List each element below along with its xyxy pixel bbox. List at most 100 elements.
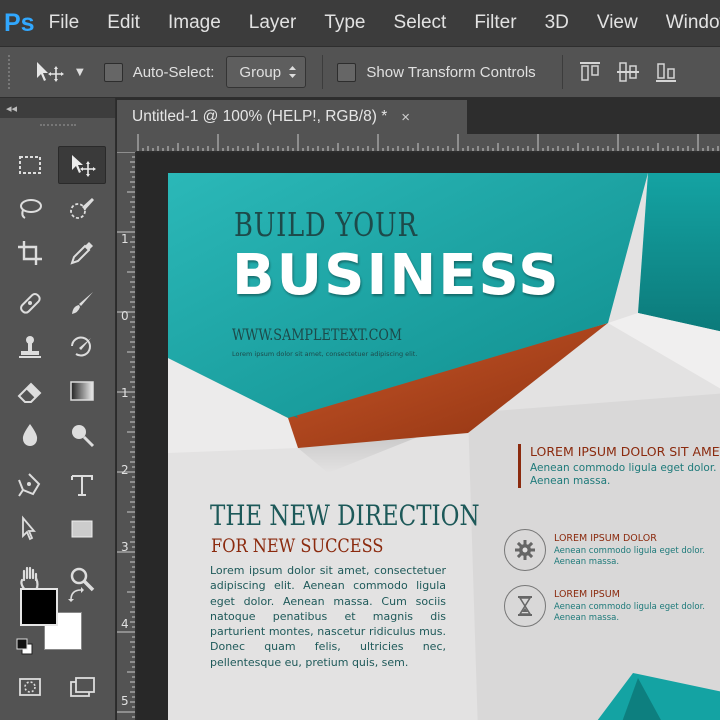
foreground-color-swatch-top bbox=[20, 588, 58, 626]
menu-bar: Ps File Edit Image Layer Type Select Fil… bbox=[0, 0, 720, 46]
move-tool[interactable] bbox=[58, 146, 106, 184]
ruler-label: 0 bbox=[121, 309, 129, 323]
right-heading: LOREM IPSUM DOLOR SIT AMET bbox=[530, 444, 720, 459]
align-bottom-edges-icon[interactable] bbox=[653, 59, 679, 85]
tool-preset-picker[interactable]: ▼ bbox=[34, 59, 84, 85]
history-brush-icon bbox=[71, 336, 91, 357]
quick-selection-icon bbox=[70, 198, 94, 219]
quick-mask-button[interactable] bbox=[6, 670, 54, 704]
show-transform-label: Show Transform Controls bbox=[366, 63, 536, 81]
droplet-icon bbox=[22, 424, 38, 446]
document-tab-bar: Untitled-1 @ 100% (HELP!, RGB/8) * × bbox=[117, 98, 720, 134]
dodge-icon bbox=[72, 425, 95, 448]
select-arrows-icon bbox=[289, 66, 297, 78]
healing-brush-tool[interactable] bbox=[6, 284, 54, 322]
brush-tool[interactable] bbox=[58, 284, 106, 322]
hourglass-icon bbox=[518, 596, 532, 616]
marquee-icon bbox=[19, 156, 41, 174]
options-separator bbox=[561, 55, 563, 89]
quick-mask-icon bbox=[19, 678, 41, 696]
eyedropper-tool[interactable] bbox=[58, 234, 106, 272]
menu-file[interactable]: File bbox=[49, 12, 80, 34]
ruler-label: 5 bbox=[121, 694, 129, 708]
flyer-artboard[interactable]: BUILD YOUR BUSINESS WWW.SAMPLETEXT.COM L… bbox=[168, 173, 720, 720]
menu-type[interactable]: Type bbox=[324, 12, 365, 34]
options-bar: ▼ Auto-Select: Group Show Transform Cont… bbox=[0, 46, 720, 98]
ruler-label: 2 bbox=[121, 463, 129, 477]
gear-icon bbox=[515, 540, 535, 560]
pen-tool[interactable] bbox=[6, 466, 54, 504]
blur-tool[interactable] bbox=[6, 416, 54, 454]
section-body-text: Lorem ipsum dolor sit amet, consectetuer… bbox=[210, 564, 446, 669]
auto-select-label: Auto-Select: bbox=[132, 63, 215, 81]
tools-panel: ◂◂ bbox=[0, 98, 116, 720]
feature-text: Aenean commodo ligula eget dolor. Aenean… bbox=[554, 546, 705, 567]
swap-colors-icon[interactable] bbox=[68, 586, 86, 604]
dodge-tool[interactable] bbox=[58, 416, 106, 454]
pen-icon bbox=[18, 473, 41, 497]
lasso-icon bbox=[20, 199, 42, 219]
move-icon bbox=[72, 155, 96, 177]
feature-item: LOREM IPSUM Aenean commodo ligula eget d… bbox=[504, 585, 720, 633]
menu-view[interactable]: View bbox=[597, 12, 638, 34]
show-transform-checkbox[interactable] bbox=[337, 62, 357, 82]
horizontal-ruler-ticks bbox=[137, 134, 719, 151]
move-tool-icon bbox=[37, 62, 64, 82]
type-icon bbox=[71, 475, 93, 496]
right-heading-block: LOREM IPSUM DOLOR SIT AMET Aenean commod… bbox=[518, 444, 720, 488]
collapse-panel-icon[interactable]: ◂◂ bbox=[6, 102, 17, 115]
gradient-tool[interactable] bbox=[58, 372, 106, 410]
menu-filter[interactable]: Filter bbox=[474, 12, 516, 34]
brush-icon bbox=[72, 292, 93, 314]
default-colors-icon[interactable] bbox=[16, 638, 34, 656]
align-top-edges-icon[interactable] bbox=[577, 59, 603, 85]
vertical-ruler[interactable]: 1 0 1 2 3 4 5 bbox=[117, 152, 136, 720]
menu-3d[interactable]: 3D bbox=[545, 12, 569, 34]
type-tool[interactable] bbox=[58, 466, 106, 504]
auto-select-checkbox[interactable] bbox=[103, 62, 123, 82]
eraser-tool[interactable] bbox=[6, 372, 54, 410]
chevron-down-icon: ▼ bbox=[76, 66, 84, 78]
screen-mode-button[interactable] bbox=[58, 670, 106, 704]
ruler-label: 1 bbox=[121, 232, 129, 246]
tools-panel-grip[interactable] bbox=[40, 124, 76, 130]
photoshop-logo: Ps bbox=[4, 8, 35, 37]
path-selection-tool[interactable] bbox=[6, 510, 54, 548]
menu-edit[interactable]: Edit bbox=[107, 12, 140, 34]
ruler-label: 4 bbox=[121, 617, 129, 631]
options-separator bbox=[322, 55, 324, 89]
align-vertical-centers-icon[interactable] bbox=[615, 59, 641, 85]
feature-title: LOREM IPSUM bbox=[554, 589, 620, 600]
eyedropper-icon bbox=[70, 242, 93, 265]
menu-image[interactable]: Image bbox=[168, 12, 221, 34]
options-grip[interactable] bbox=[8, 55, 12, 89]
document-tab[interactable]: Untitled-1 @ 100% (HELP!, RGB/8) * × bbox=[117, 100, 467, 134]
menu-select[interactable]: Select bbox=[394, 12, 447, 34]
section-title: THE NEW DIRECTION bbox=[210, 499, 480, 532]
tools-panel-header[interactable]: ◂◂ bbox=[0, 98, 115, 118]
auto-select-target-value: Group bbox=[239, 63, 282, 81]
crop-icon bbox=[18, 241, 42, 265]
marquee-tool[interactable] bbox=[6, 146, 54, 184]
clone-stamp-tool[interactable] bbox=[6, 328, 54, 366]
menu-layer[interactable]: Layer bbox=[249, 12, 297, 34]
menu-window[interactable]: Window bbox=[666, 12, 720, 34]
section-subtitle: FOR NEW SUCCESS bbox=[211, 535, 384, 557]
close-icon[interactable]: × bbox=[401, 109, 410, 126]
history-brush-tool[interactable] bbox=[58, 328, 106, 366]
auto-select-target-select[interactable]: Group bbox=[226, 56, 307, 88]
lasso-tool[interactable] bbox=[6, 190, 54, 228]
ruler-label: 3 bbox=[121, 540, 129, 554]
feature-item: LOREM IPSUM DOLOR Aenean commodo ligula … bbox=[504, 529, 720, 577]
quick-selection-tool[interactable] bbox=[58, 190, 106, 228]
right-text: Aenean commodo ligula eget dolor. Aenean… bbox=[530, 462, 717, 487]
feature-text: Aenean commodo ligula eget dolor. Aenean… bbox=[554, 602, 705, 623]
crop-tool[interactable] bbox=[6, 234, 54, 272]
document-canvas[interactable]: BUILD YOUR BUSINESS WWW.SAMPLETEXT.COM L… bbox=[137, 153, 720, 720]
stamp-icon bbox=[19, 336, 41, 358]
rectangle-tool[interactable] bbox=[58, 510, 106, 548]
gradient-icon bbox=[70, 381, 94, 401]
ruler-origin[interactable] bbox=[117, 134, 136, 152]
feature-icon-circle bbox=[504, 529, 546, 571]
horizontal-ruler[interactable] bbox=[136, 134, 720, 152]
